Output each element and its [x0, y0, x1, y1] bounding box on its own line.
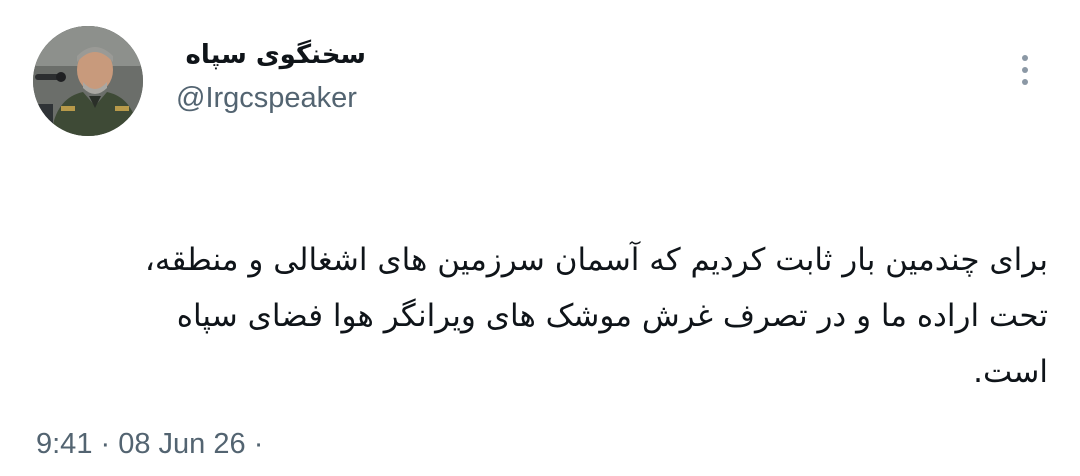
tweet-text-line: تحت اراده ما و در تصرف غرش موشک های ویرا…: [176, 298, 1048, 334]
tweet-card: سخنگوی سپاه @Irgcspeaker برای چندمین بار…: [0, 0, 1080, 476]
tweet-text-line: برای چندمین بار ثابت کردیم که آسمان سرزم…: [144, 242, 1048, 278]
tweet-date[interactable]: 08 Jun 26: [118, 428, 245, 460]
author-avatar[interactable]: [33, 26, 143, 136]
tweet-text-line: است.: [973, 354, 1048, 390]
meta-separator: ·: [100, 428, 119, 460]
tweet-text: برای چندمین بار ثابت کردیم که آسمان سرزم…: [40, 232, 1048, 400]
more-vertical-icon: [1022, 79, 1028, 85]
author-handle[interactable]: @Irgcspeaker: [176, 82, 357, 115]
tweet-time[interactable]: 9:41: [36, 428, 92, 460]
more-options-button[interactable]: [1008, 48, 1042, 92]
author-name[interactable]: سخنگوی سپاه: [176, 40, 366, 70]
avatar-photo-icon: [33, 26, 143, 136]
meta-separator: ·: [253, 428, 264, 460]
more-vertical-icon: [1022, 55, 1028, 61]
more-vertical-icon: [1022, 67, 1028, 73]
tweet-meta: 9:41 · 08 Jun 26 ·: [36, 428, 263, 461]
